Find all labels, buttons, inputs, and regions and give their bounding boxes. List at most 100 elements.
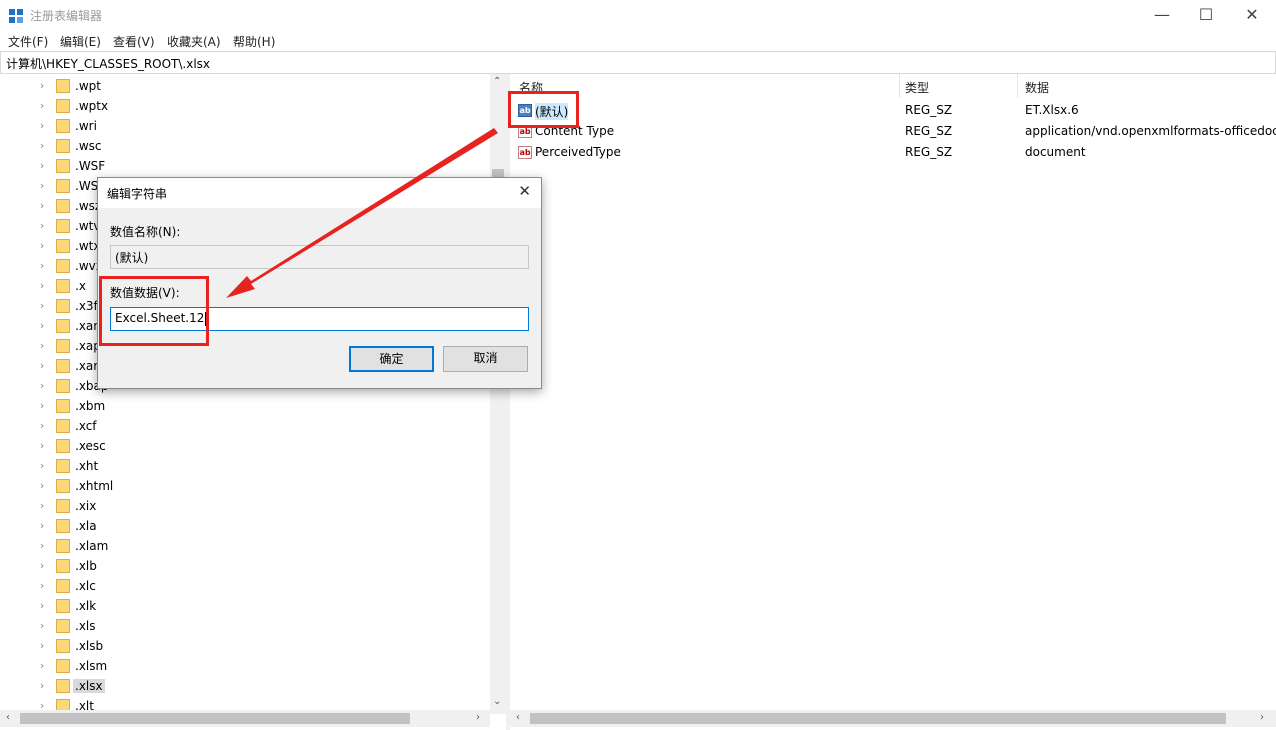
list-row[interactable]: ab PerceivedType REG_SZ document: [510, 142, 1276, 163]
values-list[interactable]: 名称 类型 数据 ab (默认) REG_SZ ET.Xlsx.6 ab Con…: [510, 74, 1276, 730]
scroll-right-icon[interactable]: ›: [476, 712, 480, 723]
address-bar[interactable]: 计算机\HKEY_CLASSES_ROOT\.xlsx: [0, 51, 1276, 74]
window-title: 注册表编辑器: [30, 9, 103, 23]
folder-icon: [56, 599, 70, 613]
tree-item[interactable]: › .xht: [0, 456, 490, 476]
expand-chevron-icon[interactable]: ›: [40, 299, 44, 312]
tree-item-label: .xbm: [75, 399, 106, 413]
tree-item-label: .xlsx: [73, 679, 105, 693]
expand-chevron-icon[interactable]: ›: [40, 579, 44, 592]
tree-item[interactable]: › .xlb: [0, 556, 490, 576]
expand-chevron-icon[interactable]: ›: [40, 519, 44, 532]
value-name-field: (默认): [110, 245, 529, 269]
expand-chevron-icon[interactable]: ›: [40, 499, 44, 512]
cancel-button[interactable]: 取消: [443, 346, 528, 372]
expand-chevron-icon[interactable]: ›: [40, 259, 44, 272]
menu-edit[interactable]: 编辑(E): [60, 33, 101, 50]
tree-item[interactable]: › .WSF: [0, 156, 490, 176]
folder-icon: [56, 299, 70, 313]
value-type: REG_SZ: [905, 124, 953, 138]
scroll-up-icon[interactable]: ⌃: [493, 76, 501, 87]
folder-icon: [56, 659, 70, 673]
tree-item-label: .xlsb: [75, 639, 104, 653]
expand-chevron-icon[interactable]: ›: [40, 399, 44, 412]
key-tree[interactable]: › .wpt › .wptx › .wri › .wsc › .WSF › .WS › .wsz › .wtv…: [0, 74, 507, 730]
tree-item[interactable]: › .wpt: [0, 76, 490, 96]
folder-icon: [56, 359, 70, 373]
tree-item[interactable]: › .xla: [0, 516, 490, 536]
expand-chevron-icon[interactable]: ›: [40, 599, 44, 612]
tree-item[interactable]: › .xlk: [0, 596, 490, 616]
minimize-button[interactable]: —: [1139, 0, 1185, 30]
tree-item[interactable]: › .xbm: [0, 396, 490, 416]
tree-hscroll-thumb[interactable]: [20, 713, 410, 724]
tree-item[interactable]: › .xhtml: [0, 476, 490, 496]
tree-item[interactable]: › .xesc: [0, 436, 490, 456]
scroll-left-icon[interactable]: ‹: [516, 712, 520, 723]
menu-favorites[interactable]: 收藏夹(A): [167, 33, 221, 50]
value-data: application/vnd.openxmlformats-officedoc: [1025, 124, 1276, 138]
list-row[interactable]: ab Content Type REG_SZ application/vnd.o…: [510, 121, 1276, 142]
tree-item[interactable]: › .xcf: [0, 416, 490, 436]
tree-item[interactable]: › .xlc: [0, 576, 490, 596]
expand-chevron-icon[interactable]: ›: [40, 679, 44, 692]
expand-chevron-icon[interactable]: ›: [40, 159, 44, 172]
tree-item-label: .xls: [75, 619, 96, 633]
expand-chevron-icon[interactable]: ›: [40, 239, 44, 252]
expand-chevron-icon[interactable]: ›: [40, 379, 44, 392]
tree-item-label: .wpt: [75, 79, 101, 93]
ok-button[interactable]: 确定: [349, 346, 434, 372]
expand-chevron-icon[interactable]: ›: [40, 479, 44, 492]
expand-chevron-icon[interactable]: ›: [40, 359, 44, 372]
dialog-close-icon[interactable]: ✕: [518, 182, 531, 200]
tree-item-label: .xlam: [75, 539, 109, 553]
scroll-down-icon[interactable]: ⌄: [493, 696, 501, 707]
expand-chevron-icon[interactable]: ›: [40, 219, 44, 232]
tree-vertical-scrollbar[interactable]: ⌃ ⌄: [490, 74, 506, 714]
tree-item[interactable]: › .xlsx: [0, 676, 490, 696]
expand-chevron-icon[interactable]: ›: [40, 639, 44, 652]
expand-chevron-icon[interactable]: ›: [40, 139, 44, 152]
tree-item[interactable]: › .xls: [0, 616, 490, 636]
close-button[interactable]: ✕: [1229, 0, 1275, 30]
expand-chevron-icon[interactable]: ›: [40, 119, 44, 132]
expand-chevron-icon[interactable]: ›: [40, 279, 44, 292]
expand-chevron-icon[interactable]: ›: [40, 559, 44, 572]
expand-chevron-icon[interactable]: ›: [40, 619, 44, 632]
list-hscroll-thumb[interactable]: [530, 713, 1226, 724]
regedit-app-icon: [9, 9, 23, 23]
tree-item[interactable]: › .xlsm: [0, 656, 490, 676]
expand-chevron-icon[interactable]: ›: [40, 659, 44, 672]
expand-chevron-icon[interactable]: ›: [40, 539, 44, 552]
expand-chevron-icon[interactable]: ›: [40, 459, 44, 472]
column-header-type[interactable]: 类型: [905, 79, 929, 96]
scroll-left-icon[interactable]: ‹: [6, 712, 10, 723]
tree-item-label: .xla: [75, 519, 97, 533]
expand-chevron-icon[interactable]: ›: [40, 439, 44, 452]
menu-help[interactable]: 帮助(H): [233, 33, 275, 50]
tree-horizontal-scrollbar[interactable]: ‹ ›: [0, 710, 490, 727]
tree-item[interactable]: › .wri: [0, 116, 490, 136]
tree-item[interactable]: › .xlam: [0, 536, 490, 556]
expand-chevron-icon[interactable]: ›: [40, 339, 44, 352]
dialog-title: 编辑字符串: [107, 187, 168, 201]
maximize-button[interactable]: ☐: [1183, 0, 1229, 30]
expand-chevron-icon[interactable]: ›: [40, 179, 44, 192]
expand-chevron-icon[interactable]: ›: [40, 199, 44, 212]
expand-chevron-icon[interactable]: ›: [40, 79, 44, 92]
folder-icon: [56, 239, 70, 253]
tree-item[interactable]: › .xix: [0, 496, 490, 516]
tree-item[interactable]: › .wsc: [0, 136, 490, 156]
tree-item[interactable]: › .xlsb: [0, 636, 490, 656]
tree-item[interactable]: › .wptx: [0, 96, 490, 116]
expand-chevron-icon[interactable]: ›: [40, 99, 44, 112]
menu-file[interactable]: 文件(F): [8, 33, 48, 50]
list-horizontal-scrollbar[interactable]: ‹ ›: [510, 710, 1276, 727]
expand-chevron-icon[interactable]: ›: [40, 319, 44, 332]
menu-view[interactable]: 查看(V): [113, 33, 155, 50]
expand-chevron-icon[interactable]: ›: [40, 419, 44, 432]
list-row[interactable]: ab (默认) REG_SZ ET.Xlsx.6: [510, 100, 1276, 121]
column-header-data[interactable]: 数据: [1025, 79, 1049, 96]
scroll-right-icon[interactable]: ›: [1260, 712, 1264, 723]
value-name: PerceivedType: [535, 145, 621, 159]
